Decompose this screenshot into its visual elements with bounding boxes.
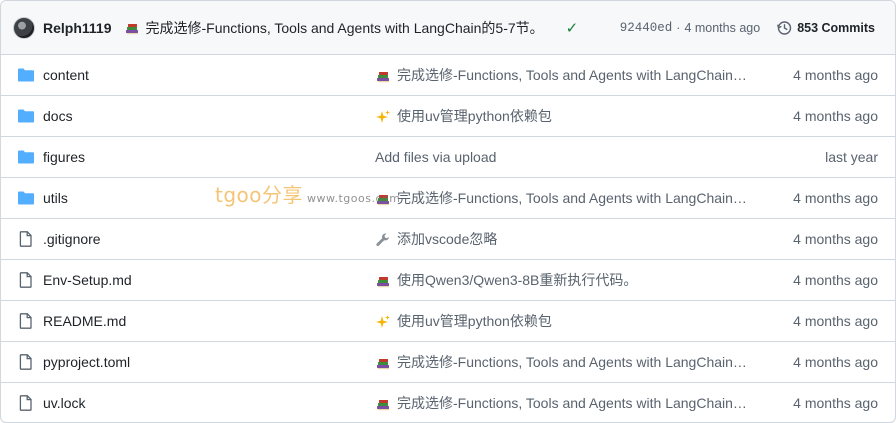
commit-time: 4 months ago <box>793 108 878 124</box>
commit-time: 4 months ago <box>793 313 878 329</box>
file-list: content 完成选修-Functions, Tools and Agents … <box>1 55 895 422</box>
file-name-link[interactable]: uv.lock <box>43 383 86 422</box>
commits-count: 853 Commits <box>797 21 875 35</box>
file-name-link[interactable]: content <box>43 55 89 96</box>
book-stack-icon <box>377 399 389 410</box>
wrench-icon <box>376 232 389 246</box>
book-stack-icon <box>125 23 138 34</box>
folder-icon <box>18 150 34 164</box>
commit-message-link[interactable]: 完成选修-Functions, Tools and Agents with La… <box>375 383 760 422</box>
commit-time: 4 months ago <box>793 67 878 83</box>
file-name-link[interactable]: docs <box>43 96 73 137</box>
watermark-brand: tgoo分享 <box>215 183 304 207</box>
commit-message-text: 添加vscode忽略 <box>397 231 498 247</box>
commit-message-text: 使用Qwen3/Qwen3-8B重新执行代码。 <box>397 272 638 288</box>
file-browser: Relph1119 完成选修-Functions, Tools and Agen… <box>0 0 896 423</box>
folder-icon <box>18 109 34 123</box>
commit-message-text: 完成选修-Functions, Tools and Agents with La… <box>397 190 760 206</box>
meta-separator: · <box>676 21 681 35</box>
folder-icon <box>18 191 34 205</box>
commit-message-text: 使用uv管理python依赖包 <box>397 313 552 329</box>
file-row[interactable]: Env-Setup.md 使用Qwen3/Qwen3-8B重新执行代码。 4 mon… <box>1 260 895 301</box>
file-name-link[interactable]: .gitignore <box>43 219 101 260</box>
book-stack-icon <box>377 71 389 82</box>
commit-message-text: Add files via upload <box>375 149 497 165</box>
file-name-link[interactable]: pyproject.toml <box>43 342 130 383</box>
commit-message-link[interactable]: 添加vscode忽略 <box>375 219 760 260</box>
file-icon <box>19 272 32 288</box>
commit-time: 4 months ago <box>793 272 878 288</box>
commit-time: 4 months ago <box>793 354 878 370</box>
commit-meta: 92440ed · 4 months ago 853 Commits <box>620 1 875 55</box>
file-row[interactable]: utils 完成选修-Functions, Tools and Agents wi… <box>1 178 895 219</box>
check-icon[interactable]: ✓ <box>566 19 579 37</box>
file-name-link[interactable]: utils <box>43 178 68 219</box>
file-icon <box>19 231 32 247</box>
commit-message-text: 完成选修-Functions, Tools and Agents with La… <box>397 354 760 370</box>
sparkles-icon <box>376 109 390 123</box>
file-name-link[interactable]: Env-Setup.md <box>43 260 132 301</box>
file-row[interactable]: docs 使用uv管理python依赖包 4 months ago <box>1 96 895 137</box>
commit-message-link[interactable]: 使用Qwen3/Qwen3-8B重新执行代码。 <box>375 260 760 301</box>
watermark: tgoo分享 www.tgoos.com <box>215 179 400 208</box>
commit-author-link[interactable]: Relph1119 <box>43 20 112 36</box>
commit-message-link[interactable]: Add files via upload <box>375 137 760 178</box>
file-row[interactable]: .gitignore 添加vscode忽略 4 months ago <box>1 219 895 260</box>
file-name-link[interactable]: figures <box>43 137 85 178</box>
file-row[interactable]: README.md 使用uv管理python依赖包 4 months ago <box>1 301 895 342</box>
folder-icon <box>18 68 34 82</box>
commit-time: 4 months ago <box>684 21 761 35</box>
commit-time: 4 months ago <box>793 190 878 206</box>
file-row[interactable]: pyproject.toml 完成选修-Functions, Tools and … <box>1 342 895 383</box>
file-row[interactable]: uv.lock 完成选修-Functions, Tools and Agents … <box>1 383 895 422</box>
commit-message-link[interactable]: 完成选修-Functions, Tools and Agents with La… <box>375 55 760 96</box>
commit-message-text: 使用uv管理python依赖包 <box>397 108 552 124</box>
avatar[interactable] <box>13 16 35 39</box>
commit-time: 4 months ago <box>793 395 878 411</box>
file-icon <box>19 354 32 370</box>
latest-commit-message-link[interactable]: 完成选修-Functions, Tools and Agents with La… <box>124 18 544 38</box>
file-name-link[interactable]: README.md <box>43 301 126 342</box>
file-row[interactable]: figures Add files via upload last year <box>1 137 895 178</box>
file-icon <box>19 313 32 329</box>
commits-history-link[interactable]: 853 Commits <box>776 20 875 36</box>
commit-time: last year <box>825 149 878 165</box>
commit-message-link[interactable]: 使用uv管理python依赖包 <box>375 301 760 342</box>
commit-sha-link[interactable]: 92440ed <box>620 21 673 35</box>
book-stack-icon <box>377 276 389 287</box>
watermark-url: www.tgoos.com <box>307 192 401 205</box>
commit-message-link[interactable]: 使用uv管理python依赖包 <box>375 96 760 137</box>
book-stack-icon <box>377 358 389 369</box>
commit-message-text: 完成选修-Functions, Tools and Agents with La… <box>397 395 760 411</box>
history-icon <box>777 21 792 35</box>
sparkles-icon <box>376 314 390 328</box>
file-row[interactable]: content 完成选修-Functions, Tools and Agents … <box>1 55 895 96</box>
commit-message-link[interactable]: 完成选修-Functions, Tools and Agents with La… <box>375 178 760 219</box>
commit-message-text: 完成选修-Functions, Tools and Agents with La… <box>397 67 760 83</box>
file-icon <box>19 395 32 411</box>
commit-message-link[interactable]: 完成选修-Functions, Tools and Agents with La… <box>375 342 760 383</box>
latest-commit-header: Relph1119 完成选修-Functions, Tools and Agen… <box>1 1 895 55</box>
latest-commit-message: 完成选修-Functions, Tools and Agents with La… <box>145 19 544 36</box>
commit-time: 4 months ago <box>793 231 878 247</box>
